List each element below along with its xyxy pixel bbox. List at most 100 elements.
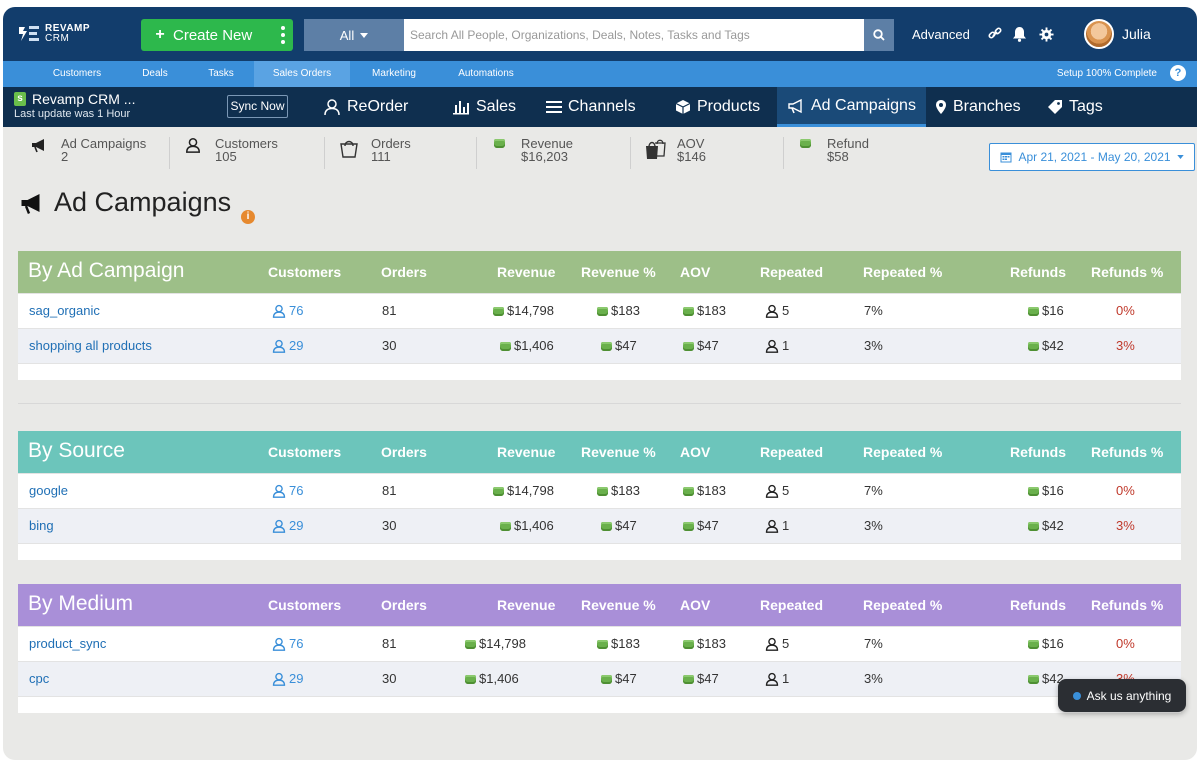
create-new-button[interactable]: + Create New (141, 19, 293, 51)
customers-link[interactable]: 29 (272, 509, 303, 543)
col-header-customers[interactable]: Customers (268, 251, 341, 293)
module-nav: Customers Deals Tasks Sales Orders Marke… (3, 61, 1197, 87)
store-selector[interactable]: s Revamp CRM ... Last update was 1 Hour (14, 91, 135, 120)
stat-refund: Refund $58 (793, 137, 869, 165)
col-header-aov[interactable]: AOV (680, 251, 710, 293)
col-header-repeated-pct[interactable]: Repeated % (863, 431, 942, 473)
col-header-refunds-pct[interactable]: Refunds % (1091, 251, 1163, 293)
col-header-aov[interactable]: AOV (680, 431, 710, 473)
search-button[interactable] (864, 19, 894, 51)
col-header-revenue[interactable]: Revenue (497, 251, 555, 293)
advanced-search-link[interactable]: Advanced (912, 27, 970, 42)
chat-widget-button[interactable]: Ask us anything (1058, 679, 1186, 712)
setup-progress-link[interactable]: Setup 100% Complete (1057, 61, 1157, 87)
stat-orders: Orders 111 (337, 137, 411, 165)
tab-sales[interactable]: Sales (439, 87, 529, 127)
tab-tags[interactable]: Tags (1039, 87, 1111, 127)
repeated-value: 5 (782, 636, 790, 651)
aov-value: $183 (697, 636, 726, 651)
row-name-link[interactable]: product_sync (29, 627, 106, 661)
money-icon (1028, 341, 1039, 351)
user-name[interactable]: Julia (1122, 26, 1151, 42)
search-icon (873, 29, 885, 41)
col-header-customers[interactable]: Customers (268, 431, 341, 473)
tab-channels[interactable]: Channels (534, 87, 648, 127)
money-icon (683, 639, 694, 649)
col-header-revenue-pct[interactable]: Revenue % (581, 431, 656, 473)
date-range-picker[interactable]: Apr 21, 2021 - May 20, 2021 (989, 143, 1195, 171)
repeated-pct-value: 3% (864, 671, 883, 686)
customers-link[interactable]: 29 (272, 329, 303, 363)
repeated-cell: 1 (765, 509, 789, 543)
panel-footer (18, 696, 1181, 713)
gear-icon[interactable] (1037, 25, 1055, 43)
customers-link[interactable]: 76 (272, 627, 303, 661)
subnav-item-tasks[interactable]: Tasks (197, 61, 245, 87)
kebab-menu-icon[interactable] (281, 26, 285, 44)
tab-products[interactable]: Products (663, 87, 772, 127)
subnav-item-customers[interactable]: Customers (41, 61, 113, 87)
subnav-item-automations[interactable]: Automations (449, 61, 523, 87)
subnav-item-deals[interactable]: Deals (131, 61, 179, 87)
col-header-repeated[interactable]: Repeated (760, 251, 823, 293)
bell-icon[interactable] (1010, 25, 1028, 43)
money-icon (683, 521, 694, 531)
col-header-aov[interactable]: AOV (680, 584, 710, 626)
tab-products-label: Products (697, 98, 761, 115)
tab-reorder[interactable]: ReOrder (309, 87, 422, 127)
tab-channels-label: Channels (568, 98, 636, 115)
customers-link[interactable]: 29 (272, 662, 303, 696)
row-name-link[interactable]: google (29, 474, 68, 508)
customers-link[interactable]: 76 (272, 294, 303, 328)
sync-now-button[interactable]: Sync Now (227, 95, 288, 118)
col-header-repeated-pct[interactable]: Repeated % (863, 584, 942, 626)
col-header-revenue-pct[interactable]: Revenue % (581, 251, 656, 293)
user-icon (765, 484, 779, 498)
col-header-orders[interactable]: Orders (381, 584, 427, 626)
col-header-repeated-pct[interactable]: Repeated % (863, 251, 942, 293)
row-name-link[interactable]: sag_organic (29, 294, 100, 328)
link-icon[interactable] (986, 25, 1004, 43)
refunds-pct-value: 0% (1116, 483, 1135, 498)
info-icon[interactable]: i (241, 210, 255, 224)
search-scope-dropdown[interactable]: All (304, 19, 404, 51)
help-icon[interactable]: ? (1170, 65, 1186, 81)
refunds-cell: $42 (1028, 329, 1064, 363)
col-header-repeated[interactable]: Repeated (760, 431, 823, 473)
user-icon (765, 304, 779, 318)
col-header-customers[interactable]: Customers (268, 584, 341, 626)
money-icon (1028, 486, 1039, 496)
customers-link[interactable]: 76 (272, 474, 303, 508)
col-header-refunds[interactable]: Refunds (1010, 431, 1066, 473)
col-header-refunds-pct[interactable]: Refunds % (1091, 584, 1163, 626)
global-search-input[interactable] (404, 19, 864, 51)
col-header-refunds[interactable]: Refunds (1010, 251, 1066, 293)
refunds-value: $42 (1042, 338, 1064, 353)
revenue-pct-value: $183 (611, 636, 640, 651)
col-header-refunds[interactable]: Refunds (1010, 584, 1066, 626)
subnav-item-marketing[interactable]: Marketing (359, 61, 429, 87)
aov-cell: $183 (683, 627, 726, 661)
row-name-link[interactable]: bing (29, 509, 54, 543)
revenue-pct-value: $47 (615, 671, 637, 686)
user-avatar[interactable] (1084, 19, 1114, 49)
page-title-text: Ad Campaigns (54, 187, 232, 217)
money-icon (597, 306, 608, 316)
col-header-repeated[interactable]: Repeated (760, 584, 823, 626)
col-header-revenue-pct[interactable]: Revenue % (581, 584, 656, 626)
col-header-refunds-pct[interactable]: Refunds % (1091, 431, 1163, 473)
row-name-link[interactable]: cpc (29, 662, 49, 696)
panel-footer (18, 363, 1181, 380)
tab-ad-campaigns[interactable]: Ad Campaigns (777, 87, 926, 127)
box-icon (675, 100, 691, 114)
col-header-revenue[interactable]: Revenue (497, 584, 555, 626)
col-header-revenue[interactable]: Revenue (497, 431, 555, 473)
subnav-item-sales-orders[interactable]: Sales Orders (254, 61, 350, 87)
stat-value: 111 (371, 149, 391, 164)
user-icon (272, 672, 286, 686)
col-header-orders[interactable]: Orders (381, 251, 427, 293)
col-header-orders[interactable]: Orders (381, 431, 427, 473)
brand-logo[interactable]: REVAMP CRM (17, 21, 107, 47)
row-name-link[interactable]: shopping all products (29, 329, 152, 363)
tab-branches[interactable]: Branches (929, 87, 1027, 127)
